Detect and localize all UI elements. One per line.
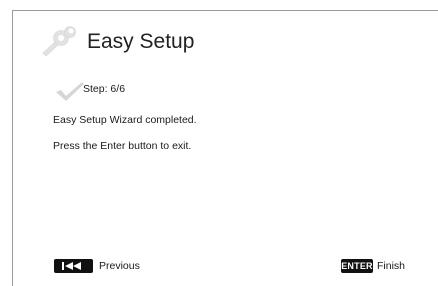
step-indicator: Step: 6/6 bbox=[83, 83, 126, 95]
enter-key-badge[interactable]: ENTER bbox=[341, 259, 373, 273]
wrench-icon bbox=[40, 24, 78, 57]
skip-back-icon bbox=[61, 262, 81, 270]
previous-label: Previous bbox=[99, 260, 140, 272]
checkmark-icon bbox=[55, 80, 85, 102]
page-title: Easy Setup bbox=[87, 30, 195, 53]
exit-instruction: Press the Enter button to exit. bbox=[53, 140, 192, 152]
previous-button[interactable] bbox=[54, 259, 93, 273]
frame-left-border bbox=[12, 10, 13, 286]
finish-label: Finish bbox=[377, 260, 406, 272]
completion-message: Easy Setup Wizard completed. bbox=[53, 114, 197, 126]
frame-top-border bbox=[12, 10, 438, 11]
